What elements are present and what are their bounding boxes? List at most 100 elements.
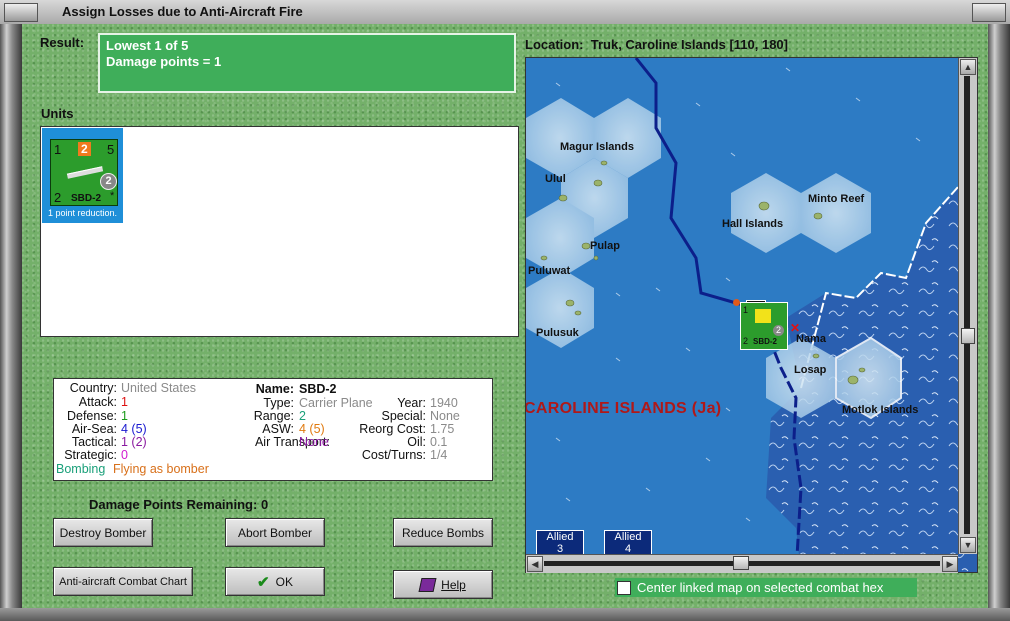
counter-star: * (110, 190, 115, 202)
type-label: Type: (263, 396, 294, 410)
tactical-value-text: 1 (2) (121, 435, 147, 449)
name-value: SBD-2 (299, 382, 337, 396)
costturns-label: Cost/Turns: (361, 448, 426, 462)
unit-counter: 1 2 5 2 2 SBD-2 * (50, 139, 118, 206)
scroll-left-icon[interactable]: ◀ (527, 556, 543, 572)
location-label: Location: (525, 37, 584, 52)
label-puluwat: Puluwat (528, 265, 571, 277)
help-book-icon (418, 577, 437, 592)
help-button[interactable]: Help (393, 570, 493, 599)
label-nama: Nama (796, 333, 826, 345)
window-frame-left (0, 24, 22, 621)
counter-top-mid: 2 (78, 142, 91, 156)
title-bar: Assign Losses due to Anti-Aircraft Fire (0, 0, 1010, 25)
map-unit-name: SBD-2 (753, 337, 778, 346)
reduce-bombs-button[interactable]: Reduce Bombs (393, 518, 493, 547)
plane-icon (755, 309, 771, 323)
label-pulap: Pulap (590, 240, 620, 252)
strategic-label: Strategic: (64, 448, 117, 462)
aa-combat-chart-button[interactable]: Anti-aircraft Combat Chart (53, 567, 193, 596)
location-display: Location: Truk, Caroline Islands [110, 1… (525, 37, 788, 52)
tactical-value: 1 (2) (121, 435, 147, 449)
checkbox-box[interactable] (617, 580, 631, 595)
bombing-text: Bombing (56, 462, 106, 476)
help-label: Help (441, 577, 466, 592)
map-unit-badge: 2 (773, 325, 784, 336)
damage-remaining: Damage Points Remaining: 0 (89, 497, 268, 512)
oil-label: Oil: (407, 435, 426, 449)
strategic-value: 0 (121, 448, 128, 462)
checkmark-icon: ✔ (257, 573, 270, 591)
result-label: Result: (40, 35, 85, 50)
special-value: None (430, 409, 460, 423)
map-vertical-scrollbar[interactable]: ▲ ▼ (958, 58, 977, 554)
result-line-2: Damage points = 1 (106, 54, 222, 69)
flying-text: Flying as bomber (113, 462, 209, 476)
counter-badge: 2 (100, 173, 117, 190)
damage-value: 0 (260, 497, 269, 512)
counter-bottom-left: 2 (54, 190, 62, 205)
label-ulul: Ulul (545, 173, 566, 185)
plane-icon (66, 166, 104, 179)
attack-value: 1 (121, 395, 128, 409)
vertical-scroll-track[interactable] (964, 76, 970, 534)
horizontal-scroll-thumb[interactable] (733, 556, 749, 570)
region-label: CAROLINE ISLANDS (Ja) (525, 400, 722, 417)
map-unit-tl: 1 (743, 305, 749, 315)
counter-name: SBD-2 (71, 193, 102, 204)
label-losap: Losap (794, 364, 827, 376)
result-box: Lowest 1 of 5 Damage points = 1 (98, 33, 516, 93)
counter-top-left: 1 (54, 142, 62, 157)
map-horizontal-scrollbar[interactable]: ◀ ▶ (526, 554, 958, 573)
reorg-label: Reorg Cost: (359, 422, 426, 436)
country-value: United States (121, 381, 197, 395)
vertical-scroll-thumb[interactable] (961, 328, 975, 344)
allied-tag-1-label: Allied (546, 531, 574, 543)
map-unit-counter[interactable]: 1 2 2 SBD-2 (740, 302, 788, 350)
unit-info-panel: Country: United States Attack: 1 Defense… (53, 378, 493, 481)
units-label: Units (41, 106, 74, 121)
defense-label: Defense: (66, 409, 117, 423)
scroll-up-icon[interactable]: ▲ (960, 59, 976, 75)
units-list[interactable]: 1 2 5 2 2 SBD-2 * 1 point reduction. (40, 126, 519, 337)
system-menu-icon[interactable] (4, 3, 38, 22)
defense-value: 1 (121, 409, 128, 423)
damage-label: Damage Points Remaining: (89, 497, 258, 512)
counter-top-right: 5 (107, 142, 115, 157)
airsea-value: 4 (5) (121, 422, 147, 436)
year-value: 1940 (430, 396, 458, 410)
attack-label: Attack: (78, 395, 117, 409)
scroll-down-icon[interactable]: ▼ (960, 537, 976, 553)
map-unit-bl: 2 (743, 336, 749, 346)
special-label: Special: (381, 409, 426, 423)
close-window-icon[interactable] (972, 3, 1006, 22)
label-hall-islands: Hall Islands (722, 218, 784, 230)
asw-label: ASW: (262, 422, 294, 436)
card-caption: 1 point reduction. (47, 208, 118, 218)
location-value: Truk, Caroline Islands [110, 180] (590, 37, 788, 52)
country-label: Country: (69, 381, 117, 395)
label-pulusuk: Pulusuk (536, 327, 579, 339)
abort-bomber-button[interactable]: Abort Bomber (225, 518, 325, 547)
year-label: Year: (397, 396, 426, 410)
airsea-label: Air-Sea: (71, 422, 117, 436)
scroll-right-icon[interactable]: ▶ (942, 556, 958, 572)
ok-button[interactable]: ✔ OK (225, 567, 325, 596)
unit-marker-icon (733, 299, 740, 306)
result-line-1: Lowest 1 of 5 (106, 38, 189, 53)
range-value: 2 (299, 409, 306, 423)
name-label: Name: (255, 382, 294, 396)
label-motlok-islands: Motlok Islands (842, 404, 919, 416)
allied-tag-2-label: Allied (614, 531, 642, 543)
center-linked-map-checkbox[interactable]: Center linked map on selected combat hex (615, 578, 917, 597)
label-minto-reef: Minto Reef (808, 193, 865, 205)
window-frame-right (988, 24, 1010, 621)
type-value: Carrier Plane (299, 396, 373, 410)
destroy-bomber-button[interactable]: Destroy Bomber (53, 518, 153, 547)
costturns-value: 1/4 (430, 448, 448, 462)
unit-card-sbd2[interactable]: 1 2 5 2 2 SBD-2 * 1 point reduction. (42, 128, 123, 223)
range-label: Range: (253, 409, 294, 423)
checkbox-label: Center linked map on selected combat hex (637, 580, 884, 595)
window-frame-bottom (0, 608, 1010, 621)
map-view[interactable]: Magur Islands Ulul Hall Islands Minto Re… (525, 57, 978, 573)
